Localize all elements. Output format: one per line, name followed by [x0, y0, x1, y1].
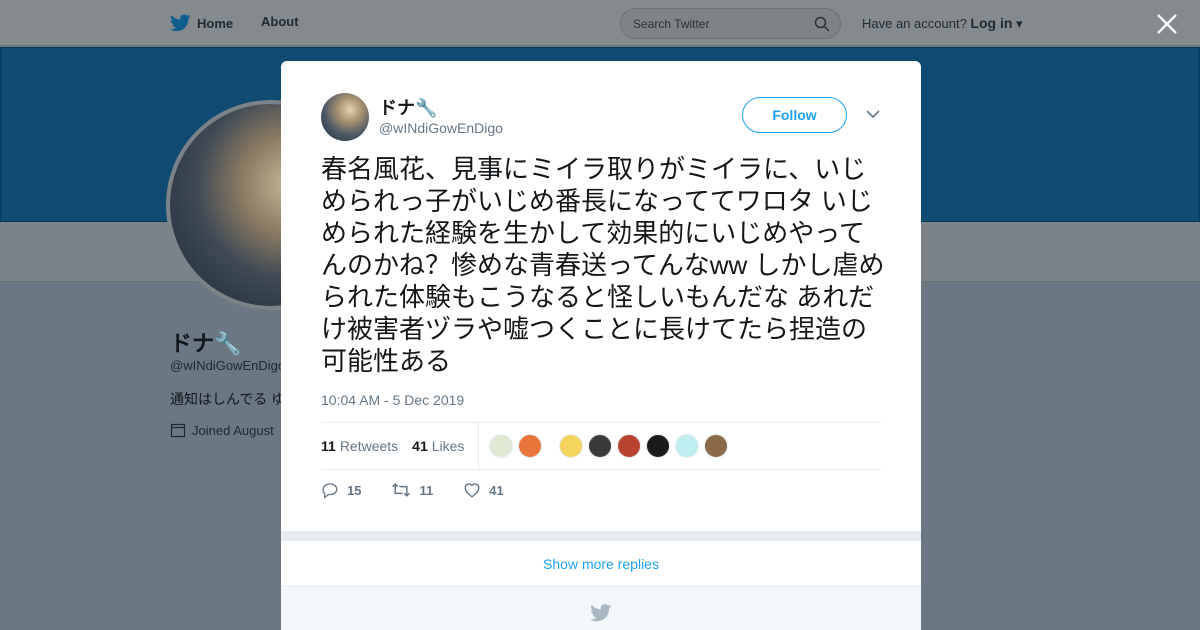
- reply-count: 15: [347, 482, 362, 498]
- profile-joined: Joined August: [170, 422, 274, 438]
- tweet-actions: 15 11 41: [321, 481, 534, 499]
- profile-handle: @wINdiGowEnDigo: [170, 358, 286, 373]
- follow-button[interactable]: Follow: [742, 97, 847, 133]
- twitter-bird-icon: [590, 604, 612, 622]
- nav-home[interactable]: Home: [170, 14, 233, 32]
- liker-avatars: [489, 434, 729, 458]
- modal-footer: [281, 587, 921, 630]
- chevron-down-icon[interactable]: [866, 109, 880, 119]
- account-prompt: Have an account? Log in ▾: [862, 15, 1023, 32]
- likes-count: 41: [412, 438, 428, 454]
- calendar-icon: [170, 423, 186, 438]
- tweet-stats: 11 Retweets 41 Likes: [321, 422, 881, 470]
- like-count: 41: [489, 482, 504, 498]
- retweets-count: 11: [321, 438, 336, 454]
- replies-divider: [281, 531, 921, 541]
- twitter-bird-icon: [170, 14, 191, 32]
- nav-home-label: Home: [197, 15, 234, 31]
- tweet-modal: ドナ🔧 @wINdiGowEnDigo Follow 春名風花、見事にミイラ取り…: [281, 61, 921, 630]
- author-handle[interactable]: @wINdiGowEnDigo: [379, 120, 503, 136]
- retweet-button[interactable]: 11: [391, 481, 433, 499]
- liker-avatar[interactable]: [646, 434, 671, 458]
- tweet-timestamp[interactable]: 10:04 AM - 5 Dec 2019: [321, 392, 464, 408]
- liker-avatar[interactable]: [704, 434, 729, 458]
- tweet-text: 春名風花、見事にミイラ取りがミイラに、いじめられっ子がいじめ番長になっててワロタ…: [321, 154, 885, 376]
- like-button[interactable]: 41: [463, 481, 504, 499]
- retweet-count: 11: [419, 482, 434, 498]
- retweets-label: Retweets: [339, 438, 399, 454]
- liker-avatar[interactable]: [489, 434, 514, 458]
- retweet-icon: [392, 483, 411, 497]
- author-avatar[interactable]: [321, 93, 369, 141]
- profile-name: ドナ🔧: [170, 331, 242, 356]
- nav-about[interactable]: About: [261, 14, 299, 29]
- top-navigation-bar: Home About Search Twitter Have an accoun…: [0, 0, 1200, 46]
- nav-about-label: About: [261, 14, 299, 29]
- login-link[interactable]: Log in: [970, 15, 1012, 31]
- likes-stat[interactable]: 41 Likes: [412, 438, 464, 454]
- search-placeholder: Search Twitter: [633, 17, 710, 31]
- chevron-down-icon[interactable]: ▾: [1016, 16, 1023, 31]
- liker-avatar[interactable]: [617, 434, 642, 458]
- search-input[interactable]: Search Twitter: [620, 8, 841, 39]
- author-name[interactable]: ドナ🔧: [379, 94, 437, 120]
- liker-avatar[interactable]: [675, 434, 700, 458]
- profile-joined-text: Joined August: [192, 422, 274, 438]
- likes-label: Likes: [431, 438, 465, 454]
- account-prompt-text: Have an account?: [862, 16, 967, 31]
- search-icon[interactable]: [814, 16, 830, 32]
- liker-avatar[interactable]: [588, 434, 613, 458]
- reply-icon: [322, 483, 338, 499]
- liker-avatar[interactable]: [559, 434, 584, 458]
- reply-button[interactable]: 15: [321, 481, 361, 499]
- profile-bio: 通知はしんでる ゆ: [170, 391, 286, 407]
- liker-avatar[interactable]: [518, 434, 543, 458]
- retweets-stat[interactable]: 11 Retweets: [321, 438, 398, 454]
- close-icon[interactable]: [1155, 12, 1179, 36]
- heart-icon: [464, 483, 480, 498]
- stats-divider: [478, 422, 480, 470]
- show-more-replies-link[interactable]: Show more replies: [281, 541, 921, 587]
